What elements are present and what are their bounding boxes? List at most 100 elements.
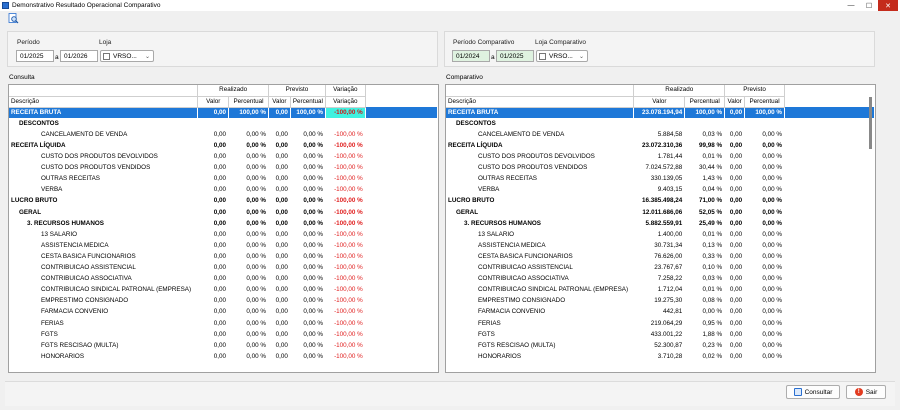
minimize-button[interactable]: — (842, 0, 860, 11)
col-percentual-realizado[interactable]: Percentual (228, 96, 269, 108)
table-row[interactable]: DESCONTOS (9, 118, 438, 129)
cell-v2: 0,00 (275, 252, 288, 260)
cell-var: -100,00 % (334, 241, 363, 249)
table-row[interactable]: CESTA BASICA FUNCIONARIOS 0,00 0,00 % 0,00 0… (9, 251, 438, 262)
table-row[interactable]: VERBA 9.403,15 0,04 % 0,00 0,00 % (446, 185, 875, 196)
table-row[interactable]: CUSTO DOS PRODUTOS VENDIDOS 0,00 0,00 % 0,0… (9, 163, 438, 174)
table-row[interactable]: CANCELAMENTO DE VENDA 5.884,58 0,03 % 0,00 0… (446, 129, 875, 140)
table-row[interactable]: VERBA 0,00 0,00 % 0,00 0,00 % -100,00 % (9, 185, 438, 196)
periodo-to-input[interactable]: 01/2026 (60, 50, 98, 62)
cell-p1: 0,00 % (246, 352, 266, 360)
table-row[interactable]: FGTS 433.001,22 1,88 % 0,00 0,00 % (446, 329, 875, 340)
periodo-comparativo-from-input[interactable]: 01/2024 (452, 50, 490, 62)
table-row[interactable]: 3. RECURSOS HUMANOS 0,00 0,00 % 0,00 0,00 % -… (9, 218, 438, 229)
table-row[interactable]: FGTS RESCISAO (MULTA) 0,00 0,00 % 0,00 0,00 … (9, 340, 438, 351)
table-row[interactable]: CANCELAMENTO DE VENDA 0,00 0,00 % 0,00 0,00 … (9, 129, 438, 140)
col-valor-realizado[interactable]: Valor (197, 96, 230, 108)
col-descricao[interactable]: Descrição (446, 96, 635, 108)
table-row[interactable]: FERIAS 0,00 0,00 % 0,00 0,00 % -100,00 % (9, 318, 438, 329)
table-row[interactable]: 13 SALARIO 0,00 0,00 % 0,00 0,00 % -100,00 % (9, 229, 438, 240)
loja-dropdown[interactable]: VRSO... ⌄ (100, 50, 154, 62)
table-row[interactable]: LUCRO BRUTO 16.385.498,24 71,00 % 0,00 0,00 … (446, 196, 875, 207)
table-row[interactable]: 3. RECURSOS HUMANOS 5.882.559,91 25,49 % 0,… (446, 218, 875, 229)
table-row[interactable]: CUSTO DOS PRODUTOS DEVOLVIDOS 1.781,44 0,0… (446, 152, 875, 163)
cell-v2: 0,00 (275, 241, 288, 249)
table-row[interactable]: OUTRAS RECEITAS 0,00 0,00 % 0,00 0,00 % -100,… (9, 174, 438, 185)
search-document-icon[interactable] (8, 12, 19, 24)
table-row[interactable]: HONORARIOS 0,00 0,00 % 0,00 0,00 % -100,00 % (9, 351, 438, 362)
table-row[interactable]: FARMACIA CONVENIO 0,00 0,00 % 0,00 0,00 % -10… (9, 307, 438, 318)
periodo-separator: a (55, 54, 59, 61)
row-filler (365, 174, 437, 185)
row-filler (784, 163, 874, 174)
table-row[interactable]: FARMACIA CONVENIO 442,81 0,00 % 0,00 0,00 % (446, 307, 875, 318)
cell-v2: 0,00 (724, 107, 745, 119)
table-row[interactable]: CONTRIBUICAO ASSOCIATIVA 7.258,22 0,03 % 0,… (446, 274, 875, 285)
table-row[interactable]: GERAL 12.011.686,06 52,05 % 0,00 0,00 % (446, 207, 875, 218)
table-row[interactable]: ASSISTENCIA MEDICA 0,00 0,00 % 0,00 0,00 % -1… (9, 240, 438, 251)
col-percentual-previsto[interactable]: Percentual (290, 96, 326, 108)
table-row[interactable]: LUCRO BRUTO 0,00 0,00 % 0,00 0,00 % -100,00 % (9, 196, 438, 207)
col-valor-realizado[interactable]: Valor (633, 96, 686, 108)
filter-panel-right: Período Comparativo 01/2024 a 01/2025 Lo… (444, 31, 875, 67)
table-row[interactable]: ASSISTENCIA MEDICA 30.731,34 0,13 % 0,00 0,0… (446, 240, 875, 251)
table-row[interactable]: CONTRIBUICAO ASSISTENCIAL 23.767,67 0,10 %… (446, 263, 875, 274)
cell-p1: 0,00 % (246, 208, 266, 216)
vertical-scrollbar[interactable] (869, 97, 872, 149)
cell-v2: 0,00 (275, 352, 288, 360)
table-row[interactable]: CUSTO DOS PRODUTOS DEVOLVIDOS 0,00 0,00 % 0… (9, 152, 438, 163)
cell-v2: 0,00 (275, 208, 288, 216)
table-row[interactable]: CESTA BASICA FUNCIONARIOS 76.626,00 0,33 %… (446, 251, 875, 262)
table-row[interactable]: HONORARIOS 3.710,28 0,02 % 0,00 0,00 % (446, 351, 875, 362)
consultar-button[interactable]: Consultar (786, 385, 840, 399)
cell-v1: 0,00 (213, 153, 227, 161)
loja-checkbox[interactable] (103, 52, 110, 60)
table-row[interactable]: FERIAS 219.064,29 0,95 % 0,00 0,00 % (446, 318, 875, 329)
table-row[interactable]: CONTRIBUICAO SINDICAL PATRONAL (EMPRESA)… (9, 285, 438, 296)
comparativo-grid[interactable]: Realizado Previsto Descrição Valor Perce… (445, 84, 876, 373)
table-row[interactable]: 13 SALARIO 1.400,00 0,01 % 0,00 0,00 % (446, 229, 875, 240)
close-button[interactable]: ✕ (878, 0, 898, 11)
table-row[interactable]: GERAL 0,00 0,00 % 0,00 0,00 % -100,00 % (9, 207, 438, 218)
row-filler (365, 274, 437, 285)
row-filler (784, 152, 874, 163)
cell-d: 3. RECURSOS HUMANOS (464, 219, 541, 227)
col-variacao[interactable]: Variação (325, 96, 366, 108)
cell-p1: 100,00 % (228, 107, 269, 119)
table-row[interactable]: RECEITA BRUTA 0,00 100,00 % 0,00 100,00 % -10… (9, 107, 438, 119)
table-row[interactable]: FGTS 0,00 0,00 % 0,00 0,00 % -100,00 % (9, 329, 438, 340)
col-valor-previsto[interactable]: Valor (268, 96, 291, 108)
col-descricao[interactable]: Descrição (9, 96, 199, 108)
cell-p1: 0,03 % (702, 275, 723, 283)
loja-comparativo-checkbox[interactable] (539, 52, 546, 60)
table-row[interactable]: DESCONTOS (446, 118, 875, 129)
sair-button[interactable]: ! Sair (846, 385, 886, 399)
table-row[interactable]: CONTRIBUICAO ASSISTENCIAL 0,00 0,00 % 0,00 0… (9, 263, 438, 274)
table-row[interactable]: EMPRESTIMO CONSIGNADO 0,00 0,00 % 0,00 0,00 … (9, 296, 438, 307)
cell-v1: 0,00 (213, 230, 227, 238)
table-row[interactable]: RECEITA LÍQUIDA 23.072.310,36 99,98 % 0,00 0… (446, 140, 875, 151)
row-filler (784, 296, 874, 307)
col-percentual-previsto[interactable]: Percentual (744, 96, 785, 108)
cell-p2: 0,00 % (762, 330, 782, 338)
maximize-button[interactable]: ☐ (860, 0, 878, 11)
table-row[interactable]: EMPRESTIMO CONSIGNADO 19.275,30 0,08 % 0,00… (446, 296, 875, 307)
table-row[interactable]: CONTRIBUICAO SINDICAL PATRONAL (EMPRESA)… (446, 285, 875, 296)
table-row[interactable]: FGTS RESCISAO (MULTA) 52.300,87 0,23 % 0,00… (446, 340, 875, 351)
col-percentual-realizado[interactable]: Percentual (684, 96, 726, 108)
table-row[interactable]: OUTRAS RECEITAS 330.139,05 1,43 % 0,00 0,00 … (446, 174, 875, 185)
periodo-comparativo-to-input[interactable]: 01/2025 (496, 50, 534, 62)
table-row[interactable]: RECEITA LÍQUIDA 0,00 0,00 % 0,00 0,00 % -100,… (9, 140, 438, 151)
periodo-from-input[interactable]: 01/2025 (16, 50, 54, 62)
cell-p2: 0,00 % (303, 286, 323, 294)
table-row[interactable]: RECEITA BRUTA 23.078.194,94 100,00 % 0,00 10… (446, 107, 875, 119)
cell-v1: 0,00 (213, 219, 227, 227)
table-row[interactable]: CONTRIBUICAO ASSOCIATIVA 0,00 0,00 % 0,00 0,… (9, 274, 438, 285)
consulta-grid[interactable]: Realizado Previsto Variação Descrição Va… (8, 84, 439, 373)
row-filler (784, 129, 874, 140)
chevron-down-icon: ⌄ (144, 54, 150, 60)
cell-p2: 0,00 % (762, 352, 782, 360)
col-valor-previsto[interactable]: Valor (724, 96, 746, 108)
loja-comparativo-dropdown[interactable]: VRSO... ⌄ (536, 50, 588, 62)
table-row[interactable]: CUSTO DOS PRODUTOS VENDIDOS 7.024.572,88 3… (446, 163, 875, 174)
